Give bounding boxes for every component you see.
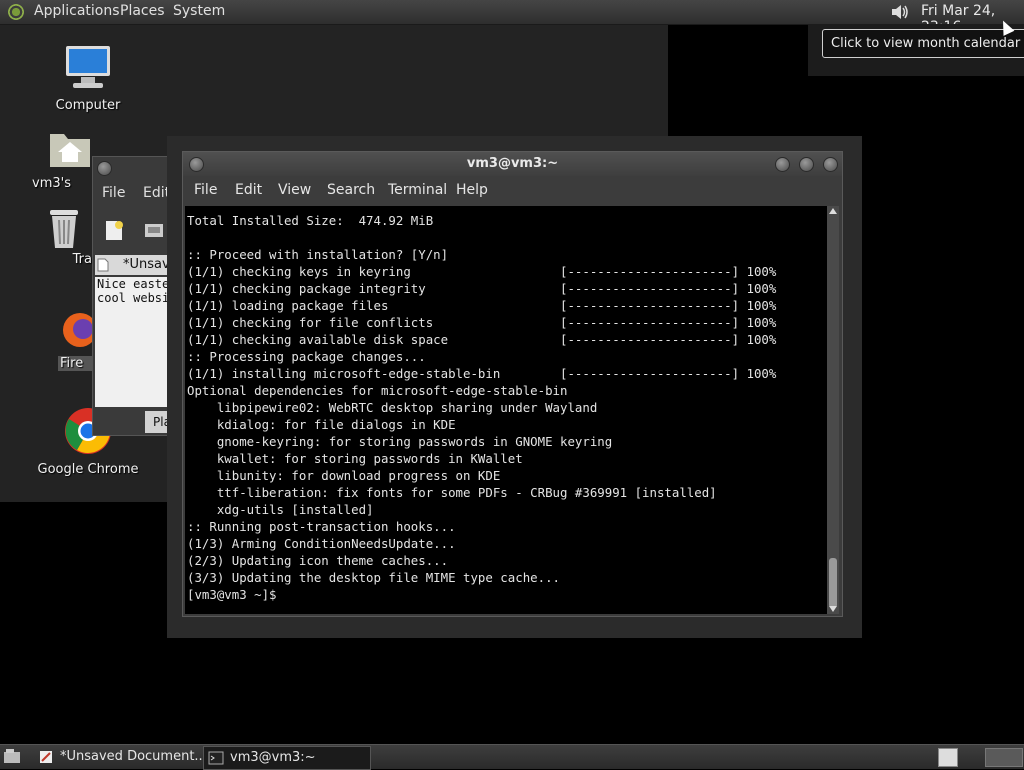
maximize-icon[interactable]	[799, 157, 814, 172]
system-menu[interactable]: System	[173, 3, 225, 19]
bottom-panel: *Unsaved Document... vm3@vm3:~	[0, 744, 1024, 770]
terminal-menu-search[interactable]: Search	[327, 182, 375, 198]
close-icon[interactable]	[823, 157, 838, 172]
terminal-icon	[208, 751, 224, 765]
terminal-menubar: File Edit View Search Terminal Help	[183, 176, 842, 206]
home-folder-icon	[50, 134, 90, 167]
editor-menu-file[interactable]: File	[102, 185, 125, 201]
desktop-icon-label: Google Chrome	[37, 462, 139, 477]
terminal-menu-edit[interactable]: Edit	[235, 182, 262, 198]
minimize-icon[interactable]	[775, 157, 790, 172]
scroll-up-icon[interactable]	[829, 208, 837, 214]
text-editor-icon	[40, 751, 52, 763]
terminal-window[interactable]: vm3@vm3:~ File Edit View Search Terminal…	[182, 151, 843, 617]
top-panel: Applications Places System Fri Mar 24, 2…	[0, 0, 1024, 35]
document-icon	[97, 258, 109, 272]
taskbar-item-label: *Unsaved Document...	[60, 749, 207, 764]
desktop-icon-label: Computer	[55, 98, 121, 113]
scroll-down-icon[interactable]	[829, 606, 837, 612]
desktop-icon-trash[interactable]: Tra	[34, 206, 94, 267]
taskbar-item-terminal[interactable]: vm3@vm3:~	[203, 746, 371, 770]
workspace-switcher[interactable]	[985, 748, 1023, 767]
terminal-menu-terminal[interactable]: Terminal	[388, 182, 447, 198]
terminal-title: vm3@vm3:~	[466, 156, 559, 171]
desktop-icon-computer[interactable]: Computer	[40, 44, 136, 113]
desktop-icon-label: Fire	[58, 356, 94, 371]
mint-logo-icon[interactable]	[8, 4, 24, 20]
desktop-icon-label: Tra	[72, 252, 92, 267]
show-desktop-icon[interactable]	[3, 748, 21, 764]
workspace-switcher-icon[interactable]	[938, 748, 958, 767]
open-file-icon[interactable]	[143, 221, 165, 239]
terminal-menu-help[interactable]: Help	[456, 182, 488, 198]
taskbar-item-text-editor[interactable]: *Unsaved Document...	[34, 746, 207, 768]
terminal-menu-view[interactable]: View	[278, 182, 311, 198]
new-document-icon[interactable]	[103, 219, 125, 241]
terminal-screen[interactable]: Total Installed Size: 474.92 MiB :: Proc…	[185, 206, 827, 614]
terminal-output: Total Installed Size: 474.92 MiB :: Proc…	[187, 213, 777, 602]
terminal-scrollbar[interactable]	[827, 206, 839, 614]
terminal-titlebar[interactable]: vm3@vm3:~	[183, 152, 842, 176]
calendar-tooltip: Click to view month calendar	[822, 29, 1024, 58]
places-menu[interactable]: Places	[120, 3, 165, 19]
window-control-icon[interactable]	[97, 161, 112, 176]
terminal-menu-file[interactable]: File	[194, 182, 217, 198]
scroll-thumb[interactable]	[829, 558, 837, 608]
volume-icon[interactable]	[890, 3, 910, 21]
taskbar-item-label: vm3@vm3:~	[230, 750, 316, 765]
trash-icon	[50, 210, 78, 248]
applications-menu[interactable]: Applications	[34, 3, 120, 19]
computer-icon	[66, 46, 110, 88]
